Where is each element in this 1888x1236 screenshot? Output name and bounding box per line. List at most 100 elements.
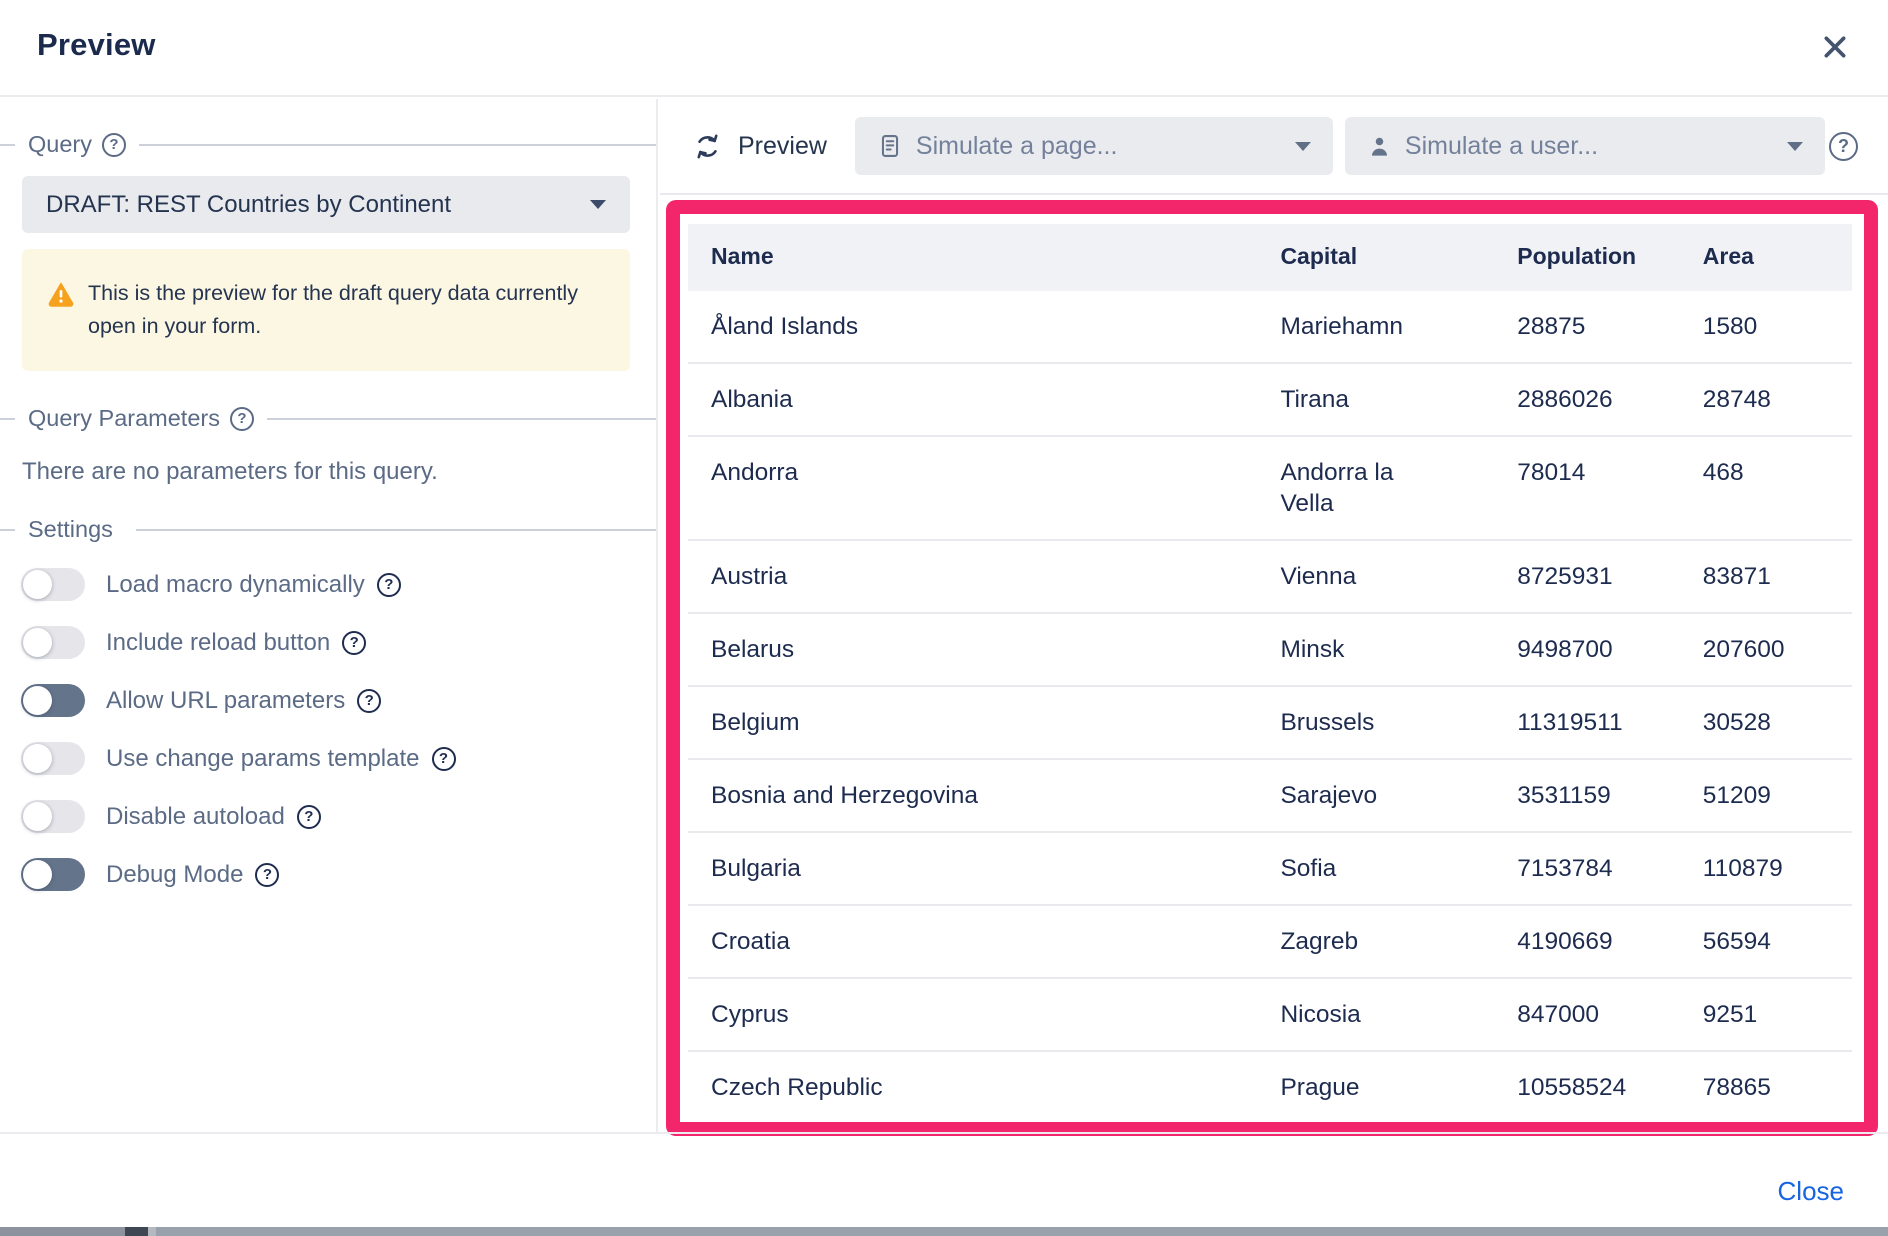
help-icon[interactable]: ? xyxy=(102,133,126,157)
table-cell: 2886026 xyxy=(1494,363,1680,436)
toggle-label: Use change params template xyxy=(106,745,420,773)
simulate-user-placeholder: Simulate a user... xyxy=(1405,132,1598,161)
table-row: AlbaniaTirana288602628748 xyxy=(688,363,1852,436)
table-cell: Croatia xyxy=(688,905,1257,978)
help-icon[interactable]: ? xyxy=(357,689,381,713)
table-cell: 28748 xyxy=(1680,363,1852,436)
settings-panel: Query ? DRAFT: REST Countries by Contine… xyxy=(0,99,658,1132)
table-row: Czech RepublicPrague1055852478865 xyxy=(688,1051,1852,1123)
toggle-thumb xyxy=(23,802,52,831)
table-row: Bosnia and HerzegovinaSarajevo3531159512… xyxy=(688,759,1852,832)
table-cell: 78865 xyxy=(1680,1051,1852,1123)
help-icon[interactable]: ? xyxy=(1829,132,1858,161)
help-icon[interactable]: ? xyxy=(342,631,366,655)
table-cell: Bulgaria xyxy=(688,832,1257,905)
help-icon[interactable]: ? xyxy=(432,747,456,771)
table-cell: Czech Republic xyxy=(688,1051,1257,1123)
legend-line xyxy=(0,144,15,146)
table-cell: 7153784 xyxy=(1494,832,1680,905)
table-row: AndorraAndorra la Vella78014468 xyxy=(688,436,1852,540)
query-select-value: DRAFT: REST Countries by Continent xyxy=(46,191,451,219)
refresh-icon[interactable] xyxy=(692,131,723,162)
settings-label: Settings xyxy=(28,516,113,543)
toggle-label: Debug Mode xyxy=(106,861,243,889)
help-icon[interactable]: ? xyxy=(230,407,254,431)
toggle-switch[interactable] xyxy=(21,568,85,601)
table-cell: Zagreb xyxy=(1257,905,1494,978)
close-button[interactable]: Close xyxy=(1778,1176,1844,1207)
query-parameters-label: Query Parameters xyxy=(28,405,220,432)
table-cell: Mariehamn xyxy=(1257,290,1494,363)
table-cell: 9498700 xyxy=(1494,613,1680,686)
toolbar-preview-label: Preview xyxy=(738,132,827,161)
table-cell: 3531159 xyxy=(1494,759,1680,832)
table-row: BelarusMinsk9498700207600 xyxy=(688,613,1852,686)
page-icon xyxy=(877,133,903,159)
legend-line xyxy=(139,144,656,146)
toggle-switch[interactable] xyxy=(21,742,85,775)
help-icon[interactable]: ? xyxy=(377,573,401,597)
table-cell: Brussels xyxy=(1257,686,1494,759)
table-cell: Minsk xyxy=(1257,613,1494,686)
setting-toggle-row: Allow URL parameters? xyxy=(21,684,656,717)
no-parameters-message: There are no parameters for this query. xyxy=(22,458,656,486)
dialog-titlebar: Preview xyxy=(0,0,1888,97)
table-row: CyprusNicosia8470009251 xyxy=(688,978,1852,1051)
table-cell: Cyprus xyxy=(688,978,1257,1051)
table-column-header: Name xyxy=(688,224,1257,290)
table-column-header: Capital xyxy=(1257,224,1494,290)
table-cell: Prague xyxy=(1257,1051,1494,1123)
toggle-thumb xyxy=(23,860,52,889)
legend-line xyxy=(267,418,656,420)
table-cell: Belgium xyxy=(688,686,1257,759)
toggle-switch[interactable] xyxy=(21,800,85,833)
help-icon[interactable]: ? xyxy=(297,805,321,829)
table-cell: 11319511 xyxy=(1494,686,1680,759)
table-cell: Nicosia xyxy=(1257,978,1494,1051)
table-row: BelgiumBrussels1131951130528 xyxy=(688,686,1852,759)
draft-warning-banner: This is the preview for the draft query … xyxy=(22,249,630,371)
legend-line xyxy=(0,529,15,531)
preview-table: NameCapitalPopulationArea Åland IslandsM… xyxy=(688,224,1852,1123)
table-cell: Albania xyxy=(688,363,1257,436)
query-section-label: Query xyxy=(28,131,92,158)
table-cell: 1580 xyxy=(1680,290,1852,363)
preview-result-area: NameCapitalPopulationArea Åland IslandsM… xyxy=(680,214,1864,1123)
toggle-label: Allow URL parameters xyxy=(106,687,345,715)
preview-result-highlight-frame: NameCapitalPopulationArea Åland IslandsM… xyxy=(666,200,1878,1136)
table-cell: Sarajevo xyxy=(1257,759,1494,832)
query-select[interactable]: DRAFT: REST Countries by Continent xyxy=(22,176,630,233)
toggle-switch[interactable] xyxy=(21,684,85,717)
setting-toggle-row: Disable autoload? xyxy=(21,800,656,833)
legend-line xyxy=(0,418,15,420)
table-cell: Austria xyxy=(688,540,1257,613)
table-cell: Åland Islands xyxy=(688,290,1257,363)
chevron-down-icon xyxy=(1295,142,1311,151)
table-cell: 56594 xyxy=(1680,905,1852,978)
table-header-row: NameCapitalPopulationArea xyxy=(688,224,1852,290)
toggle-switch[interactable] xyxy=(21,626,85,659)
bottom-strip-dark-segment xyxy=(125,1227,148,1236)
toggle-label: Load macro dynamically xyxy=(106,571,365,599)
close-icon[interactable] xyxy=(1818,30,1852,64)
simulate-page-select[interactable]: Simulate a page... xyxy=(855,117,1333,175)
setting-toggle-row: Include reload button? xyxy=(21,626,656,659)
table-cell: Belarus xyxy=(688,613,1257,686)
toggle-thumb xyxy=(23,744,52,773)
settings-legend: Settings xyxy=(0,516,656,543)
table-cell: Andorra la Vella xyxy=(1257,436,1494,540)
draft-warning-text: This is the preview for the draft query … xyxy=(88,277,606,343)
table-cell: 207600 xyxy=(1680,613,1852,686)
table-cell: 9251 xyxy=(1680,978,1852,1051)
table-cell: 4190669 xyxy=(1494,905,1680,978)
table-cell: 78014 xyxy=(1494,436,1680,540)
simulate-user-select[interactable]: Simulate a user... xyxy=(1345,117,1825,175)
warning-icon xyxy=(47,280,75,308)
table-column-header: Population xyxy=(1494,224,1680,290)
table-cell: 10558524 xyxy=(1494,1051,1680,1123)
toggle-switch[interactable] xyxy=(21,858,85,891)
help-icon[interactable]: ? xyxy=(255,863,279,887)
dialog-title: Preview xyxy=(37,27,156,63)
chevron-down-icon xyxy=(590,200,606,209)
toggle-thumb xyxy=(23,570,52,599)
